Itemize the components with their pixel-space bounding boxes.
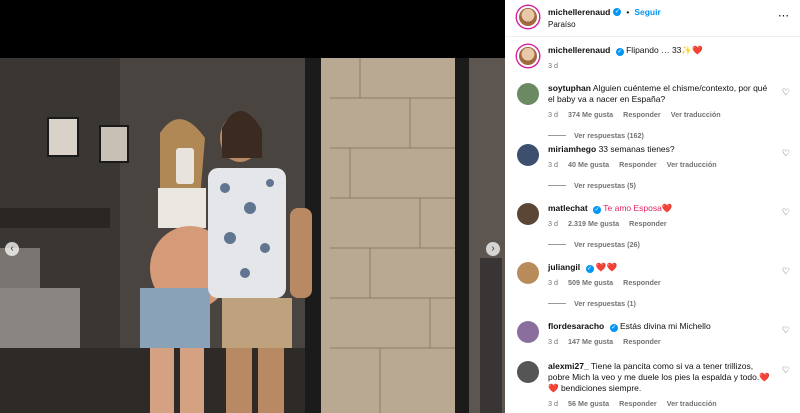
- verified-badge-icon: ✓: [593, 206, 602, 214]
- view-replies-label: Ver respuestas (162): [574, 131, 644, 140]
- heart-outline-icon[interactable]: ♡: [782, 325, 790, 336]
- commenter-avatar[interactable]: [517, 262, 539, 284]
- post-photo: [0, 58, 505, 413]
- chevron-left-icon[interactable]: ‹: [5, 242, 19, 256]
- comment-item: soytuphan Alguien cuénteme el chisme/con…: [517, 83, 790, 141]
- commenter-avatar[interactable]: [517, 144, 539, 166]
- caption-username[interactable]: michellerenaud: [548, 45, 610, 55]
- translate-button[interactable]: Ver traducción: [671, 110, 721, 119]
- comment-text: ❤️❤️: [595, 262, 618, 272]
- separator: •: [626, 7, 630, 17]
- view-replies-button[interactable]: Ver respuestas (1): [548, 299, 772, 308]
- heart-outline-icon[interactable]: ♡: [782, 207, 790, 218]
- verified-badge-icon: ✓: [609, 324, 618, 332]
- location-link[interactable]: Paraíso: [548, 19, 778, 31]
- post-media[interactable]: ‹ ›: [0, 0, 505, 413]
- caption-text: Flipando … 33✨❤️: [626, 45, 703, 55]
- commenter-avatar[interactable]: [517, 361, 539, 383]
- heart-outline-icon[interactable]: ♡: [782, 87, 790, 98]
- caption-avatar[interactable]: [517, 45, 539, 67]
- comment-text: Te amo Esposa❤️: [603, 203, 673, 213]
- translate-button[interactable]: Ver traducción: [667, 399, 717, 408]
- follow-button[interactable]: Seguir: [634, 6, 660, 18]
- post-viewer: ‹ › michellerenaud ✓ • Seguir Paraíso ⋯ …: [0, 0, 800, 413]
- comment-item: flordesaracho ✓ Estás divina mi Michello…: [517, 321, 790, 361]
- comment-time[interactable]: 3 d: [548, 278, 558, 287]
- translate-button[interactable]: Ver traducción: [667, 160, 717, 169]
- reply-button[interactable]: Responder: [623, 337, 661, 346]
- verified-badge-icon: ✓: [613, 8, 622, 16]
- comment-username[interactable]: matlechat: [548, 203, 588, 213]
- comment-time[interactable]: 3 d: [548, 399, 558, 408]
- view-replies-button[interactable]: Ver respuestas (162): [548, 131, 772, 140]
- post-header: michellerenaud ✓ • Seguir Paraíso ⋯: [505, 0, 800, 37]
- comment-likes[interactable]: 147 Me gusta: [568, 337, 613, 346]
- chevron-right-icon[interactable]: ›: [486, 242, 500, 256]
- replies-line: [548, 303, 566, 304]
- commenter-avatar[interactable]: [517, 203, 539, 225]
- comment-time[interactable]: 3 d: [548, 110, 558, 119]
- comment-item: miriamhego 33 semanas tienes? 3 d 40 Me g…: [517, 144, 790, 202]
- heart-outline-icon[interactable]: ♡: [782, 266, 790, 277]
- comment-time[interactable]: 3 d: [548, 219, 558, 228]
- reply-button[interactable]: Responder: [629, 219, 667, 228]
- comment-username[interactable]: juliangil: [548, 262, 580, 272]
- commenter-avatar[interactable]: [517, 83, 539, 105]
- author-avatar[interactable]: [517, 6, 539, 28]
- comment-likes[interactable]: 509 Me gusta: [568, 278, 613, 287]
- view-replies-button[interactable]: Ver respuestas (26): [548, 240, 772, 249]
- comment-username[interactable]: miriamhego: [548, 144, 596, 154]
- comment-item: alexmi27_ Tiene la pancita como si va a …: [517, 361, 790, 411]
- view-replies-label: Ver respuestas (26): [574, 240, 640, 249]
- more-options-icon[interactable]: ⋯: [778, 9, 790, 22]
- commenter-avatar[interactable]: [517, 321, 539, 343]
- reply-button[interactable]: Responder: [619, 399, 657, 408]
- comment-likes[interactable]: 56 Me gusta: [568, 399, 609, 408]
- comment-text: Estás divina mi Michello: [619, 321, 711, 331]
- reply-button[interactable]: Responder: [623, 110, 661, 119]
- comments-list: michellerenaud ✓ Flipando … 33✨❤️ 3 d so…: [505, 37, 800, 411]
- comment-time[interactable]: 3 d: [548, 337, 558, 346]
- comment-time[interactable]: 3 d: [548, 160, 558, 169]
- verified-badge-icon: ✓: [615, 48, 624, 56]
- caption-time[interactable]: 3 d: [548, 61, 558, 70]
- reply-button[interactable]: Responder: [619, 160, 657, 169]
- view-replies-button[interactable]: Ver respuestas (5): [548, 181, 772, 190]
- comment-text: 33 semanas tienes?: [598, 144, 675, 154]
- heart-outline-icon[interactable]: ♡: [782, 365, 790, 376]
- comment-username[interactable]: flordesaracho: [548, 321, 604, 331]
- replies-line: [548, 135, 566, 136]
- view-replies-label: Ver respuestas (5): [574, 181, 636, 190]
- post-sidebar: michellerenaud ✓ • Seguir Paraíso ⋯ mich…: [505, 0, 800, 413]
- verified-badge-icon: ✓: [585, 265, 594, 273]
- comment-item: matlechat ✓ Te amo Esposa❤️ 3 d 2.319 Me …: [517, 203, 790, 261]
- replies-line: [548, 185, 566, 186]
- comment-username[interactable]: alexmi27_: [548, 361, 589, 371]
- comment-likes[interactable]: 374 Me gusta: [568, 110, 613, 119]
- reply-button[interactable]: Responder: [623, 278, 661, 287]
- comment-username[interactable]: soytuphan: [548, 83, 591, 93]
- caption: michellerenaud ✓ Flipando … 33✨❤️ 3 d: [517, 45, 790, 79]
- heart-outline-icon[interactable]: ♡: [782, 148, 790, 159]
- comment-likes[interactable]: 2.319 Me gusta: [568, 219, 619, 228]
- view-replies-label: Ver respuestas (1): [574, 299, 636, 308]
- author-username[interactable]: michellerenaud: [548, 6, 610, 18]
- comment-item: juliangil ✓ ❤️❤️ 3 d 509 Me gusta Responde…: [517, 262, 790, 320]
- replies-line: [548, 244, 566, 245]
- comment-likes[interactable]: 40 Me gusta: [568, 160, 609, 169]
